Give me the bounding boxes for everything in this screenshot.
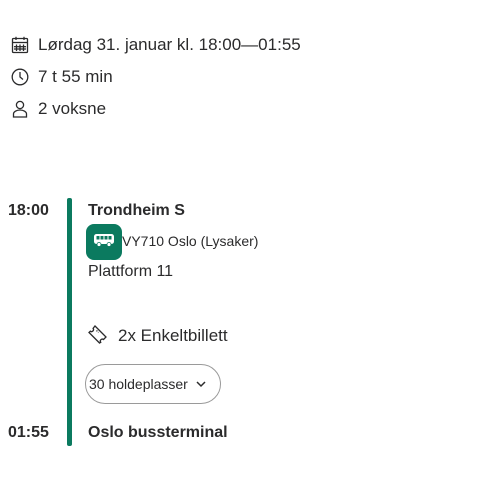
ticket-text: 2x Enkeltbillett bbox=[118, 326, 228, 345]
arrival-time: 01:55 bbox=[8, 424, 49, 441]
platform-label: Plattform 11 bbox=[88, 263, 174, 280]
chevron-down-icon bbox=[195, 378, 207, 390]
arrival-stop: Oslo bussterminal bbox=[88, 424, 228, 441]
line-label: VY710 Oslo (Lysaker) bbox=[122, 233, 259, 249]
ticket-icon bbox=[88, 324, 108, 349]
ticket-row: 2x Enkeltbillett bbox=[88, 324, 228, 348]
departure-time: 18:00 bbox=[8, 202, 49, 219]
timeline-line bbox=[67, 198, 72, 446]
stops-count-label: 30 holdeplasser bbox=[89, 376, 188, 392]
bus-icon bbox=[93, 233, 115, 252]
journey-timeline: 18:00 Trondheim S VY710 Oslo (Lysaker) P… bbox=[0, 0, 480, 480]
stops-toggle-button[interactable]: 30 holdeplasser bbox=[85, 364, 221, 404]
bus-badge bbox=[86, 224, 122, 260]
departure-stop: Trondheim S bbox=[88, 202, 185, 219]
